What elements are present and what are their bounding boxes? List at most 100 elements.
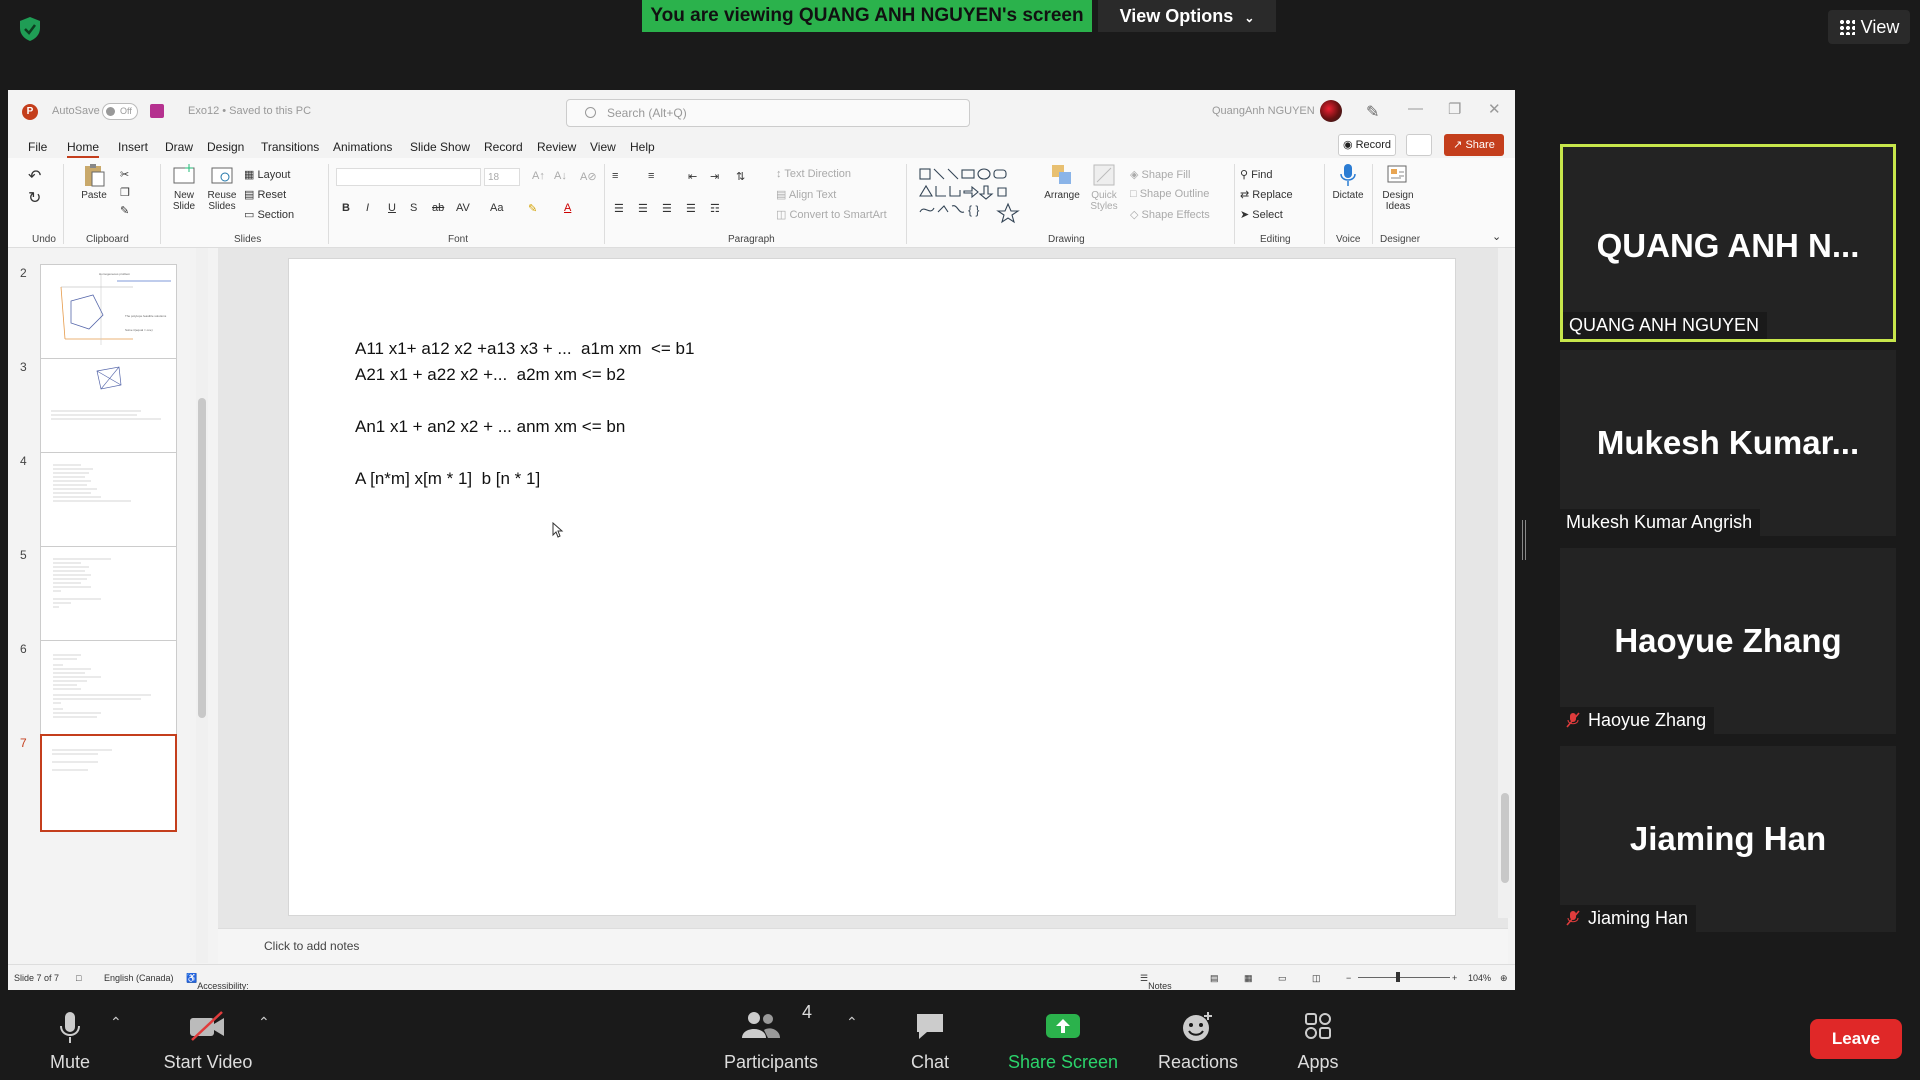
video-tile-jiaming[interactable]: Jiaming Han Jiaming Han: [1560, 746, 1896, 932]
slide-canvas[interactable]: A11 x1+ a12 x2 +a13 x3 + ... a1m xm <= b…: [288, 258, 1456, 916]
tab-draw[interactable]: Draw: [165, 140, 193, 154]
slide-text-line[interactable]: A21 x1 + a22 x2 +... a2m xm <= b2: [355, 365, 625, 385]
zoom-in-icon[interactable]: +: [1452, 973, 1457, 983]
underline-icon[interactable]: U: [388, 202, 396, 214]
text-direction-button[interactable]: ↕ Text Direction: [776, 168, 851, 180]
fit-slide-icon[interactable]: ⊕: [1500, 973, 1508, 984]
zoom-level[interactable]: 104%: [1468, 973, 1491, 983]
participants-chevron-icon[interactable]: ⌃: [846, 1014, 858, 1031]
cut-icon[interactable]: ✂: [120, 168, 129, 181]
thumbnail-scrollbar[interactable]: [196, 248, 208, 963]
view-options-button[interactable]: View Options ⌄: [1098, 0, 1276, 32]
layout-button[interactable]: ▦ Layout: [244, 168, 290, 181]
start-video-button[interactable]: Start Video: [150, 990, 266, 1073]
shape-effects-button[interactable]: ◇ Shape Effects: [1130, 208, 1210, 221]
tab-view[interactable]: View: [590, 140, 616, 154]
reuse-slides-button[interactable]: Reuse Slides: [204, 162, 240, 212]
align-center-icon[interactable]: ☰: [638, 202, 648, 215]
share-screen-button[interactable]: Share Screen: [1000, 990, 1126, 1073]
tab-insert[interactable]: Insert: [118, 140, 148, 154]
quick-styles-button[interactable]: Quick Styles: [1084, 162, 1124, 212]
notes-toggle[interactable]: ☰ Notes: [1140, 973, 1172, 990]
slide-vertical-scrollbar[interactable]: [1498, 248, 1512, 918]
find-button[interactable]: ⚲ Find: [1240, 168, 1273, 181]
record-button[interactable]: ◉ Record: [1338, 134, 1396, 156]
tab-animations[interactable]: Animations: [333, 140, 392, 154]
close-icon[interactable]: ✕: [1488, 100, 1501, 118]
slide-thumbnail-2[interactable]: Homogeneous problem The polytope feasibl…: [40, 264, 177, 362]
bold-icon[interactable]: B: [342, 202, 350, 214]
tab-record[interactable]: Record: [484, 140, 523, 154]
numbering-icon[interactable]: ≡: [648, 170, 654, 182]
section-button[interactable]: ▭ Section: [244, 208, 294, 221]
tab-help[interactable]: Help: [630, 140, 655, 154]
tab-design[interactable]: Design: [207, 140, 244, 154]
slideshow-icon[interactable]: ◫: [1312, 973, 1321, 984]
save-icon[interactable]: [150, 104, 164, 118]
undo-icon[interactable]: ↶: [28, 166, 41, 186]
maximize-icon[interactable]: ❐: [1448, 100, 1461, 118]
dictate-button[interactable]: Dictate: [1328, 162, 1368, 201]
tab-slide-show[interactable]: Slide Show: [410, 140, 470, 154]
slide-text-line[interactable]: A11 x1+ a12 x2 +a13 x3 + ... a1m xm <= b…: [355, 339, 694, 359]
increase-indent-icon[interactable]: ⇥: [710, 170, 719, 183]
change-case-icon[interactable]: Aa: [490, 202, 503, 214]
convert-smartart-button[interactable]: ◫ Convert to SmartArt: [776, 208, 887, 221]
thumbnail-scroll-thumb[interactable]: [198, 398, 206, 718]
slide-sorter-icon[interactable]: ▦: [1244, 973, 1253, 984]
notes-pane[interactable]: Click to add notes: [218, 928, 1508, 964]
reset-button[interactable]: ▤ Reset: [244, 188, 286, 201]
arrange-button[interactable]: Arrange: [1042, 162, 1082, 201]
collapse-ribbon-icon[interactable]: ⌄: [1492, 230, 1501, 243]
video-tile-haoyue[interactable]: Haoyue Zhang Haoyue Zhang: [1560, 548, 1896, 734]
tab-file[interactable]: File: [28, 140, 47, 154]
slide-thumbnail-3[interactable]: [40, 358, 177, 456]
shape-outline-button[interactable]: □ Shape Outline: [1130, 188, 1209, 200]
slide-scroll-thumb[interactable]: [1501, 793, 1509, 883]
font-color-icon[interactable]: A: [564, 202, 571, 214]
slide-thumbnail-7[interactable]: [40, 734, 177, 832]
pen-icon[interactable]: ✎: [1366, 102, 1379, 122]
view-button[interactable]: View: [1828, 10, 1910, 44]
design-ideas-button[interactable]: Design Ideas: [1376, 162, 1420, 212]
zoom-slider[interactable]: [1358, 977, 1450, 978]
shadow-icon[interactable]: S: [410, 202, 417, 214]
tab-home[interactable]: Home: [67, 140, 100, 158]
avatar[interactable]: [1320, 100, 1342, 122]
align-right-icon[interactable]: ☰: [662, 202, 672, 215]
align-text-button[interactable]: ▤ Align Text: [776, 188, 836, 201]
normal-view-icon[interactable]: ▤: [1210, 973, 1219, 984]
select-button[interactable]: ➤ Select: [1240, 208, 1283, 221]
slide-thumbnail-4[interactable]: [40, 452, 177, 550]
gallery-resize-handle[interactable]: [1522, 520, 1526, 560]
apps-button[interactable]: Apps: [1278, 990, 1358, 1073]
zoom-slider-thumb[interactable]: [1396, 972, 1400, 982]
zoom-out-icon[interactable]: −: [1346, 973, 1351, 983]
spellcheck-icon[interactable]: □: [76, 973, 81, 983]
justify-icon[interactable]: ☰: [686, 202, 696, 215]
audio-options-chevron-icon[interactable]: ⌃: [110, 1014, 122, 1031]
redo-icon[interactable]: ↻: [28, 188, 41, 208]
mute-button[interactable]: Mute: [30, 990, 110, 1073]
paste-button[interactable]: Paste: [74, 162, 114, 201]
tab-transitions[interactable]: Transitions: [261, 140, 319, 154]
account-name[interactable]: QuangAnh NGUYEN: [1212, 105, 1315, 117]
autosave-toggle[interactable]: Off: [102, 103, 138, 120]
slide-text-line[interactable]: A [n*m] x[m * 1] b [n * 1]: [355, 469, 540, 489]
minimize-icon[interactable]: —: [1408, 100, 1423, 117]
strikethrough-icon[interactable]: ab: [432, 202, 444, 214]
leave-button[interactable]: Leave: [1810, 1019, 1902, 1059]
decrease-indent-icon[interactable]: ⇤: [688, 170, 697, 183]
video-tile-quang[interactable]: QUANG ANH N... QUANG ANH NGUYEN: [1560, 144, 1896, 342]
grow-font-icon[interactable]: A↑: [532, 170, 545, 182]
file-name[interactable]: Exo12 • Saved to this PC: [188, 105, 311, 117]
copy-icon[interactable]: ❐: [120, 186, 130, 199]
shapes-gallery[interactable]: { }: [918, 166, 1036, 224]
highlight-icon[interactable]: ✎: [528, 202, 537, 215]
bullets-icon[interactable]: ≡: [612, 170, 618, 182]
reading-view-icon[interactable]: ▭: [1278, 973, 1287, 984]
shrink-font-icon[interactable]: A↓: [554, 170, 567, 182]
slide-text-line[interactable]: An1 x1 + an2 x2 + ... anm xm <= bn: [355, 417, 625, 437]
clear-format-icon[interactable]: A⊘: [580, 170, 597, 183]
font-name-select[interactable]: [336, 168, 481, 186]
